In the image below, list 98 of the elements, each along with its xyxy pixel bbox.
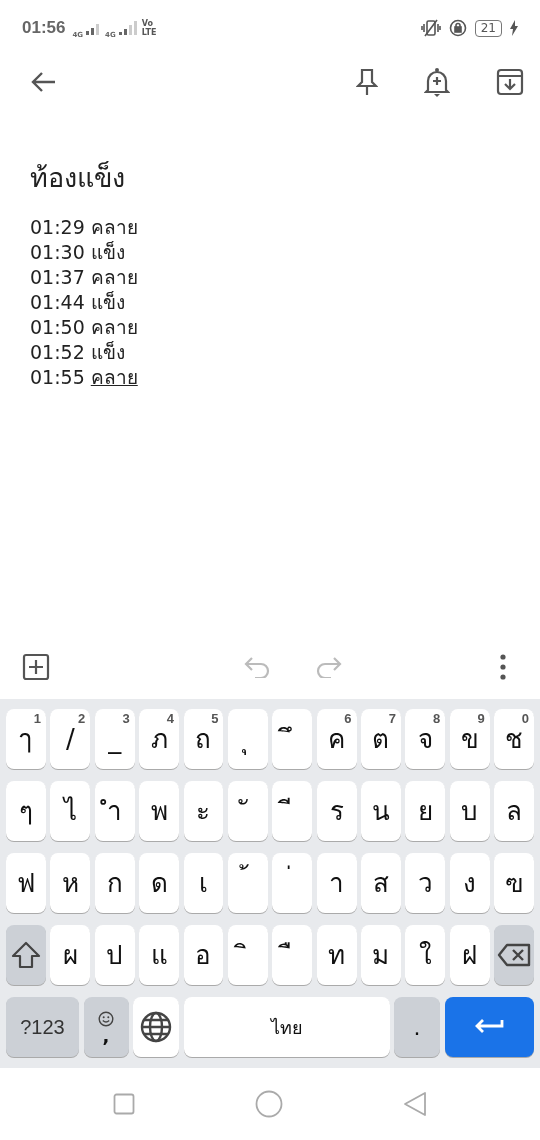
shift-key[interactable] — [6, 925, 46, 985]
backspace-key[interactable] — [494, 925, 534, 985]
key[interactable]: ๅ 1 — [6, 709, 46, 769]
clock-time: 01:56 — [22, 18, 66, 38]
volte-label: Vo — [141, 19, 154, 28]
period-key[interactable]: . — [394, 997, 440, 1057]
key[interactable]: ไ — [50, 781, 91, 841]
key[interactable]: ล — [494, 781, 534, 841]
key[interactable]: ค 6 — [316, 709, 357, 769]
note-time: 01:50 — [30, 315, 85, 340]
key-hint: 9 — [477, 711, 485, 726]
key[interactable]: น — [361, 781, 401, 841]
symbols-key[interactable]: ?123 — [6, 997, 79, 1057]
language-key[interactable] — [133, 997, 179, 1057]
key[interactable]: ๆ — [6, 781, 46, 841]
key[interactable]: า — [316, 853, 357, 913]
key[interactable]: ื — [272, 925, 313, 985]
pin-icon[interactable] — [356, 68, 378, 96]
key[interactable]: ะ — [183, 781, 224, 841]
key[interactable]: ข 9 — [449, 709, 490, 769]
back-icon[interactable] — [30, 71, 56, 93]
key-hint: 8 — [433, 711, 441, 726]
note-word: คลาย — [90, 265, 138, 290]
key-hint: 7 — [388, 711, 396, 726]
globe-icon — [140, 1011, 172, 1043]
battery-level: 21 — [480, 21, 496, 35]
add-box-icon[interactable] — [22, 653, 50, 681]
key[interactable]: ส — [361, 853, 401, 913]
note-word: แข็ง — [90, 290, 125, 315]
rotation-lock-icon — [448, 19, 467, 37]
key[interactable]: ำ — [94, 781, 135, 841]
key[interactable]: ึ — [272, 709, 313, 769]
note-time: 01:44 — [30, 290, 85, 315]
reminder-bell-icon[interactable] — [424, 67, 450, 97]
key[interactable]: ้ — [227, 853, 268, 913]
key[interactable]: ร — [316, 781, 357, 841]
note-word: แข็ง — [90, 340, 125, 365]
key[interactable]: ป — [94, 925, 135, 985]
key-hint: 4 — [166, 711, 174, 726]
note-word: คลาย — [90, 215, 138, 240]
backspace-icon — [497, 943, 532, 967]
lte-label: LTE — [141, 28, 157, 37]
note-time: 01:29 — [30, 215, 85, 240]
key[interactable]: ง — [449, 853, 490, 913]
charging-icon — [510, 20, 518, 36]
note-title[interactable]: ท้องแข็ง — [30, 156, 510, 199]
shift-icon — [10, 941, 41, 969]
note-time: 01:55 — [30, 365, 85, 390]
key[interactable]: _ 3 — [94, 709, 135, 769]
key[interactable]: ท — [316, 925, 357, 985]
key-hint: 5 — [211, 711, 219, 726]
vibrate-icon — [420, 19, 441, 37]
key[interactable]: ก — [94, 853, 135, 913]
key[interactable]: ่ — [272, 853, 313, 913]
key[interactable]: เ — [183, 853, 224, 913]
key-hint: 1 — [33, 711, 41, 726]
key[interactable]: ว — [405, 853, 446, 913]
key[interactable]: ใ — [405, 925, 446, 985]
key[interactable]: ต 7 — [361, 709, 401, 769]
note-time: 01:30 — [30, 240, 85, 265]
key[interactable]: บ — [449, 781, 490, 841]
key[interactable]: ิ — [227, 925, 268, 985]
key-hint: 2 — [78, 711, 86, 726]
more-options-icon[interactable] — [500, 654, 506, 680]
comma-label: , — [102, 1029, 110, 1043]
key-hint: 0 — [521, 711, 529, 726]
enter-key[interactable] — [444, 997, 534, 1057]
note-word: แข็ง — [90, 240, 125, 265]
key[interactable]: ม — [361, 925, 401, 985]
key[interactable]: อ — [183, 925, 224, 985]
key[interactable]: ช 0 — [494, 709, 534, 769]
key[interactable]: พ — [139, 781, 179, 841]
space-bar[interactable]: ไทย — [183, 997, 390, 1057]
key[interactable]: จ 8 — [405, 709, 446, 769]
key-hint: 3 — [122, 711, 130, 726]
key[interactable]: ฝ — [449, 925, 490, 985]
key[interactable]: ฃ — [494, 853, 534, 913]
signal-icon — [118, 21, 137, 35]
note-time: 01:52 — [30, 340, 85, 365]
key[interactable]: ุ — [227, 709, 268, 769]
key-hint: 6 — [344, 711, 352, 726]
key[interactable]: ย — [405, 781, 446, 841]
key[interactable]: ด — [139, 853, 179, 913]
key[interactable]: ภ 4 — [139, 709, 179, 769]
key[interactable]: ั — [227, 781, 268, 841]
note-word: คลาย — [90, 365, 138, 390]
smiley-icon — [98, 1011, 114, 1027]
key[interactable]: ถ 5 — [183, 709, 224, 769]
key[interactable]: ี — [272, 781, 313, 841]
archive-icon[interactable] — [496, 68, 524, 96]
note-word: คลาย — [90, 315, 138, 340]
key[interactable]: ห — [50, 853, 91, 913]
note-time: 01:37 — [30, 265, 85, 290]
key[interactable]: / 2 — [50, 709, 91, 769]
emoji-key[interactable]: , — [83, 997, 129, 1057]
key[interactable]: แ — [139, 925, 179, 985]
key[interactable]: ฟ — [6, 853, 46, 913]
key[interactable]: ผ — [50, 925, 91, 985]
